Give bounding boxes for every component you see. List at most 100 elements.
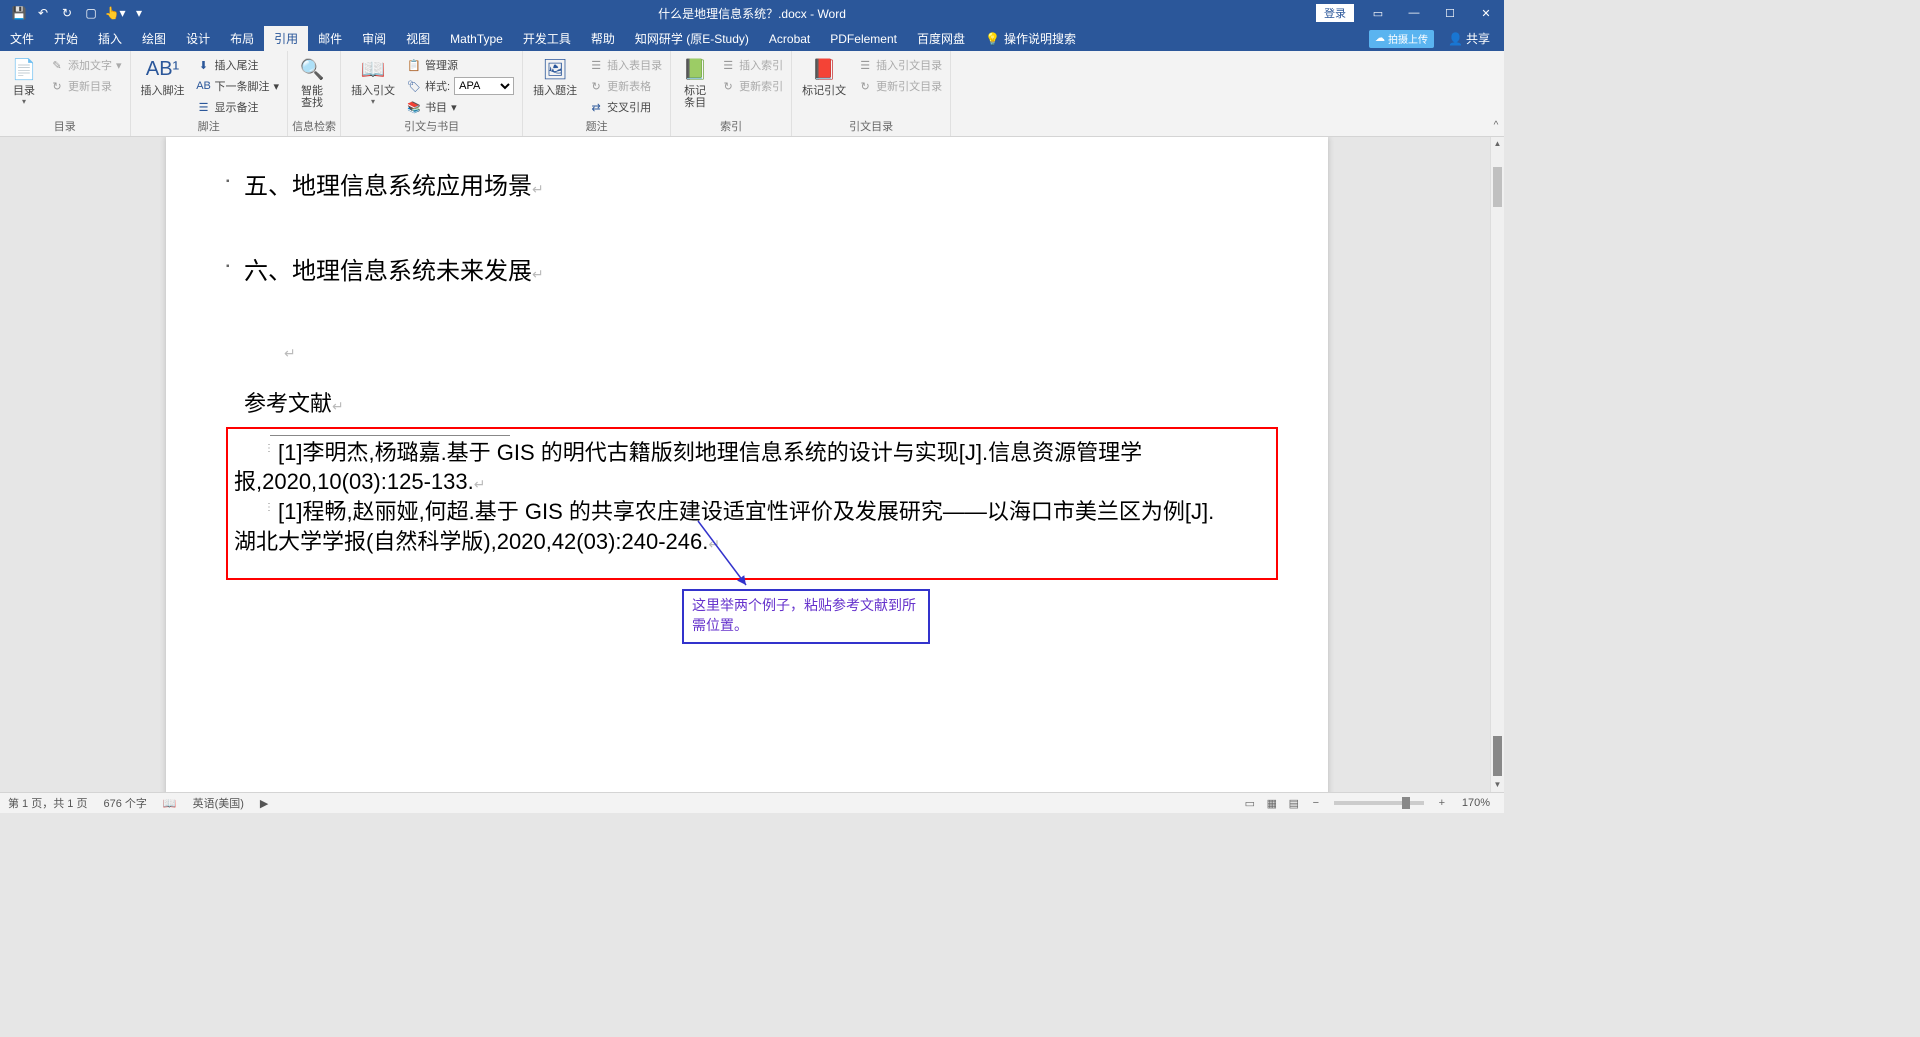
tab-mailings[interactable]: 邮件	[308, 26, 352, 51]
zoom-slider[interactable]	[1334, 801, 1424, 805]
spellcheck-icon[interactable]: 📖	[155, 797, 185, 810]
next-footnote-button[interactable]: AB下一条脚注 ▾	[193, 76, 284, 96]
document-area[interactable]: 五、地理信息系统应用场景↵ 六、地理信息系统未来发展↵ ↵ 参考文献↵ ⋮[1]…	[0, 137, 1490, 792]
insert-footnote-button[interactable]: AB¹插入脚注	[135, 53, 191, 99]
mark-citation-button[interactable]: 📕标记引文	[796, 53, 852, 99]
para-mark-icon: ↵	[708, 536, 720, 552]
insert-tof-button[interactable]: ☰插入表目录	[585, 55, 666, 75]
read-mode-icon[interactable]: ▭	[1240, 794, 1260, 812]
empty-paragraph[interactable]: ↵	[284, 337, 1238, 368]
zoom-level[interactable]: 170%	[1454, 797, 1498, 809]
tell-me[interactable]: 💡操作说明搜索	[975, 26, 1086, 51]
baidu-upload-button[interactable]: ☁拍摄上传	[1369, 30, 1434, 48]
page-content[interactable]: 五、地理信息系统应用场景↵ 六、地理信息系统未来发展↵ ↵ 参考文献↵ ⋮[1]…	[166, 137, 1328, 580]
update-toa-icon: ↻	[858, 79, 872, 93]
maximize-icon[interactable]: ☐	[1432, 0, 1468, 26]
tab-insert[interactable]: 插入	[88, 26, 132, 51]
update-tof-button: ↻更新表格	[585, 76, 666, 96]
scroll-up-icon[interactable]: ▲	[1491, 137, 1504, 151]
tab-acrobat[interactable]: Acrobat	[759, 26, 820, 51]
toa-icon: ☰	[858, 58, 872, 72]
zoom-thumb[interactable]	[1402, 797, 1410, 809]
manage-icon: 📋	[407, 58, 421, 72]
group-toc: 📄目录▾ ✎添加文字 ▾ ↻更新目录 目录	[0, 51, 131, 136]
references-title[interactable]: 参考文献↵	[244, 385, 1238, 422]
add-text-button[interactable]: ✎添加文字 ▾	[46, 55, 126, 75]
macro-icon[interactable]: ▶	[252, 797, 276, 810]
bibliography-button[interactable]: 📚书目 ▾	[403, 97, 518, 117]
group-citations: 📖插入引文▾ 📋管理源 🏷样式: APA 📚书目 ▾ 引文与书目	[341, 51, 523, 136]
annotation-callout[interactable]: 这里举两个例子，粘贴参考文献到所需位置。	[682, 589, 930, 644]
scroll-down-icon[interactable]: ▼	[1491, 778, 1504, 792]
page-indicator[interactable]: 第 1 页，共 1 页	[0, 795, 95, 811]
scroll-thumb[interactable]	[1493, 167, 1502, 207]
show-notes-button[interactable]: ☰显示备注	[193, 97, 284, 117]
tab-developer[interactable]: 开发工具	[513, 26, 581, 51]
print-layout-icon[interactable]: ▦	[1262, 794, 1282, 812]
heading-5[interactable]: 五、地理信息系统应用场景↵	[244, 167, 1238, 208]
save-icon[interactable]: 💾	[8, 2, 30, 24]
update-toa-button: ↻更新引文目录	[854, 76, 946, 96]
footnote-icon: AB¹	[149, 55, 177, 83]
tab-draw[interactable]: 绘图	[132, 26, 176, 51]
login-button[interactable]: 登录	[1316, 4, 1354, 22]
ribbon-options-icon[interactable]: ▭	[1360, 0, 1396, 26]
word-count[interactable]: 676 个字	[95, 795, 154, 811]
touch-mode-icon[interactable]: 👆▾	[104, 2, 126, 24]
group-toc-label: 目录	[4, 117, 126, 136]
index-icon: ☰	[721, 58, 735, 72]
tab-home[interactable]: 开始	[44, 26, 88, 51]
vertical-scrollbar[interactable]: ▲ ▼	[1490, 137, 1504, 792]
reference-2[interactable]: ⋮[1]程畅,赵丽娅,何超.基于 GIS 的共享农庄建设适宜性评价及发展研究——…	[234, 497, 1270, 556]
group-index-label: 索引	[675, 117, 787, 136]
page[interactable]: 五、地理信息系统应用场景↵ 六、地理信息系统未来发展↵ ↵ 参考文献↵ ⋮[1]…	[166, 137, 1328, 792]
tab-mathtype[interactable]: MathType	[440, 26, 513, 51]
para-mark-icon: ↵	[532, 266, 544, 282]
tab-review[interactable]: 审阅	[352, 26, 396, 51]
toc-button[interactable]: 📄目录▾	[4, 53, 44, 108]
para-mark-icon: ↵	[332, 398, 344, 414]
tab-baidu[interactable]: 百度网盘	[907, 26, 975, 51]
collapse-ribbon-icon[interactable]: ^	[1490, 120, 1502, 131]
toc-icon: 📄	[10, 55, 38, 83]
field-marker-icon: ⋮	[264, 501, 274, 515]
smart-lookup-button[interactable]: 🔍智能 查找	[292, 53, 332, 111]
redo-icon[interactable]: ↻	[56, 2, 78, 24]
tab-cnki[interactable]: 知网研学 (原E-Study)	[625, 26, 759, 51]
undo-icon[interactable]: ↶	[32, 2, 54, 24]
references-box[interactable]: ⋮[1]李明杰,杨璐嘉.基于 GIS 的明代古籍版刻地理信息系统的设计与实现[J…	[226, 427, 1278, 581]
close-icon[interactable]: ✕	[1468, 0, 1504, 26]
group-index: 📗标记 条目 ☰插入索引 ↻更新索引 索引	[671, 51, 792, 136]
minimize-icon[interactable]: —	[1396, 0, 1432, 26]
heading-6[interactable]: 六、地理信息系统未来发展↵	[244, 252, 1238, 293]
tab-layout[interactable]: 布局	[220, 26, 264, 51]
qat-customize-icon[interactable]: ▾	[128, 2, 150, 24]
crossref-button[interactable]: ⇄交叉引用	[585, 97, 666, 117]
share-button[interactable]: 👤共享	[1442, 30, 1496, 47]
group-captions: 🖼插入题注 ☰插入表目录 ↻更新表格 ⇄交叉引用 题注	[523, 51, 671, 136]
tab-view[interactable]: 视图	[396, 26, 440, 51]
zoom-in-icon[interactable]: +	[1432, 794, 1452, 812]
language-indicator[interactable]: 英语(美国)	[185, 795, 252, 811]
scroll-thumb-bottom[interactable]	[1493, 736, 1502, 776]
manage-sources-button[interactable]: 📋管理源	[403, 55, 518, 75]
new-icon[interactable]: ▢	[80, 2, 102, 24]
web-layout-icon[interactable]: ▤	[1284, 794, 1304, 812]
tab-pdfelement[interactable]: PDFelement	[820, 26, 907, 51]
tab-references[interactable]: 引用	[264, 26, 308, 51]
style-select[interactable]: APA	[454, 77, 514, 95]
biblio-icon: 📚	[407, 100, 421, 114]
tab-file[interactable]: 文件	[0, 26, 44, 51]
reference-1[interactable]: ⋮[1]李明杰,杨璐嘉.基于 GIS 的明代古籍版刻地理信息系统的设计与实现[J…	[234, 438, 1270, 497]
insert-caption-button[interactable]: 🖼插入题注	[527, 53, 583, 99]
mark-entry-button[interactable]: 📗标记 条目	[675, 53, 715, 111]
tab-help[interactable]: 帮助	[581, 26, 625, 51]
insert-endnote-button[interactable]: ⬇插入尾注	[193, 55, 284, 75]
tof-icon: ☰	[589, 58, 603, 72]
insert-index-button[interactable]: ☰插入索引	[717, 55, 787, 75]
endnote-icon: ⬇	[197, 58, 211, 72]
insert-toa-button[interactable]: ☰插入引文目录	[854, 55, 946, 75]
tab-design[interactable]: 设计	[176, 26, 220, 51]
insert-citation-button[interactable]: 📖插入引文▾	[345, 53, 401, 108]
zoom-out-icon[interactable]: −	[1306, 794, 1326, 812]
